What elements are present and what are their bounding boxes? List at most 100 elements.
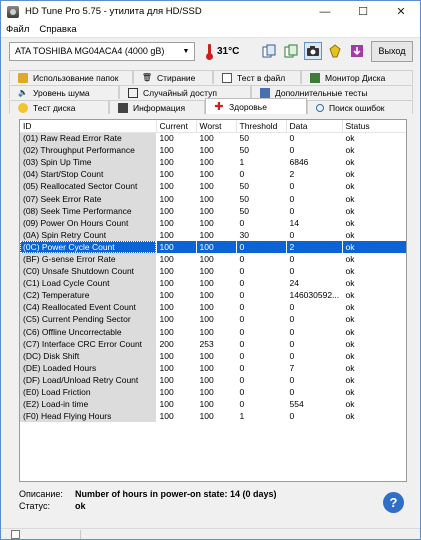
drive-select[interactable]: ATA TOSHIBA MG04ACA4 (4000 gB) ▼ xyxy=(9,41,195,61)
tab-erase[interactable]: 🗑 Стирание xyxy=(133,70,213,84)
cell-threshold: 0 xyxy=(236,289,287,302)
tab-info[interactable]: Информация xyxy=(109,100,205,114)
table-row[interactable]: (BF) G-sense Error Rate 100 100 0 0 ok xyxy=(20,252,406,266)
table-row[interactable]: (07) Seek Error Rate 100 100 50 0 ok xyxy=(20,192,406,205)
table-row[interactable]: (DE) Loaded Hours 100 100 0 7 ok xyxy=(20,361,406,374)
speaker-icon: 🔈 xyxy=(18,88,28,97)
cell-threshold: 0 xyxy=(236,373,287,386)
tab-label: Монитор Диска xyxy=(325,72,386,83)
maximize-button[interactable]: ☐ xyxy=(344,1,382,22)
menu-bar: Файл Справка xyxy=(1,22,420,38)
cell-status: ok xyxy=(342,349,406,362)
cell-worst: 100 xyxy=(196,349,237,362)
description-panel: Описание: Number of hours in power-on st… xyxy=(19,488,379,512)
copy-all-button[interactable] xyxy=(282,42,300,60)
tab-label: Стирание xyxy=(157,72,196,83)
table-row[interactable]: (0C) Power Cycle Count 100 100 0 2 ok xyxy=(20,240,406,253)
table-row[interactable]: (04) Start/Stop Count 100 100 0 2 ok xyxy=(20,168,406,181)
cell-threshold: 1 xyxy=(236,156,287,169)
table-row[interactable]: (E2) Load-in time 100 100 0 554 ok xyxy=(20,398,406,411)
cell-current: 100 xyxy=(156,240,197,253)
table-row[interactable]: (C2) Temperature 100 100 0 146030592... ok xyxy=(20,289,406,302)
cell-current: 100 xyxy=(156,277,197,290)
cell-worst: 100 xyxy=(196,192,237,205)
cell-current: 100 xyxy=(156,265,197,278)
tab-benchmark[interactable]: Тест диска xyxy=(9,100,109,114)
title-bar: HD Tune Pro 5.75 - утилита для HD/SSD — … xyxy=(1,1,420,22)
table-row[interactable]: (02) Throughput Performance 100 100 50 0 ok xyxy=(20,144,406,157)
table-row[interactable]: (08) Seek Time Performance 100 100 50 0 ok xyxy=(20,204,406,217)
table-row[interactable]: (C1) Load Cycle Count 100 100 0 24 ok xyxy=(20,277,406,290)
cell-current: 100 xyxy=(156,349,197,362)
status-value: ok xyxy=(75,501,86,511)
tab-label: Дополнительные тесты xyxy=(275,87,368,98)
tab-extra-tests[interactable]: Дополнительные тесты xyxy=(251,85,413,99)
table-row[interactable]: (0A) Spin Retry Count 100 100 30 0 ok xyxy=(20,228,406,241)
tests-icon xyxy=(260,87,270,98)
tab-folder-usage[interactable]: Использование папок xyxy=(9,70,133,84)
chevron-down-icon[interactable]: ▼ xyxy=(178,43,194,60)
smart-table[interactable]: ID Current Worst Threshold Data Status (… xyxy=(19,119,407,482)
health-cross-icon: ✚ xyxy=(214,101,224,113)
cell-id: (C0) Unsafe Shutdown Count xyxy=(20,265,157,278)
cell-status: ok xyxy=(342,313,406,326)
cell-data: 0 xyxy=(286,204,343,217)
table-row[interactable]: (09) Power On Hours Count 100 100 0 14 ok xyxy=(20,216,406,229)
tab-health[interactable]: ✚ Здоровье xyxy=(205,98,307,114)
copy-button[interactable] xyxy=(260,42,278,60)
tab-random-access[interactable]: Случайный доступ xyxy=(119,85,251,99)
cell-worst: 100 xyxy=(196,265,237,278)
cell-worst: 100 xyxy=(196,252,237,266)
toolbar: ATA TOSHIBA MG04ACA4 (4000 gB) ▼ 31°C Вы… xyxy=(9,40,413,62)
cell-worst: 100 xyxy=(196,410,237,423)
column-header-id[interactable]: ID xyxy=(20,120,157,133)
column-header-data[interactable]: Data xyxy=(286,120,343,133)
cell-status: ok xyxy=(342,156,406,169)
tab-noise-level[interactable]: 🔈 Уровень шума xyxy=(9,85,119,99)
table-row[interactable]: (C5) Current Pending Sector 100 100 0 0 ok xyxy=(20,313,406,326)
description-value: Number of hours in power-on state: 14 (0… xyxy=(75,489,277,499)
tab-error-scan[interactable]: Поиск ошибок xyxy=(307,100,413,114)
cell-current: 100 xyxy=(156,180,197,193)
screenshot-button[interactable] xyxy=(304,42,323,60)
save-button[interactable] xyxy=(348,42,366,60)
cell-id: (0C) Power Cycle Count xyxy=(20,240,157,253)
tab-label: Тест в файл xyxy=(237,72,286,83)
table-row[interactable]: (05) Reallocated Sector Count 100 100 50 0 ok xyxy=(20,180,406,193)
table-row[interactable]: (C4) Reallocated Event Count 100 100 0 0 ok xyxy=(20,301,406,314)
star-icon xyxy=(329,44,341,58)
tab-file-benchmark[interactable]: Тест в файл xyxy=(213,70,301,84)
help-button[interactable]: ? xyxy=(383,492,404,513)
status-label: Статус: xyxy=(19,501,50,511)
tab-disk-monitor[interactable]: Монитор Диска xyxy=(301,70,413,84)
cell-threshold: 0 xyxy=(236,265,287,278)
table-row[interactable]: (DC) Disk Shift 100 100 0 0 ok xyxy=(20,349,406,362)
cell-status: ok xyxy=(342,180,406,193)
table-row[interactable]: (F0) Head Flying Hours 100 100 1 0 ok xyxy=(20,410,406,423)
column-header-worst[interactable]: Worst xyxy=(196,120,237,133)
cell-worst: 100 xyxy=(196,216,237,229)
minimize-button[interactable]: — xyxy=(306,1,344,22)
hdtune-app-icon xyxy=(7,5,19,18)
table-row[interactable]: (E0) Load Friction 100 100 0 0 ok xyxy=(20,385,406,399)
exit-button[interactable]: Выход xyxy=(371,40,413,62)
table-row[interactable]: (C6) Offline Uncorrectable 100 100 0 0 ok xyxy=(20,325,406,338)
copy-all-icon xyxy=(284,44,298,58)
magnifier-icon xyxy=(316,103,324,112)
table-row[interactable]: (03) Spin Up Time 100 100 1 6846 ok xyxy=(20,156,406,169)
column-header-status[interactable]: Status xyxy=(342,120,406,133)
cell-status: ok xyxy=(342,216,406,229)
menu-help[interactable]: Справка xyxy=(34,24,81,35)
status-bar-section xyxy=(80,529,190,539)
table-row[interactable]: (C0) Unsafe Shutdown Count 100 100 0 0 ok xyxy=(20,265,406,278)
table-row[interactable]: (01) Raw Read Error Rate 100 100 50 0 ok xyxy=(20,132,406,145)
close-button[interactable]: ✕ xyxy=(382,1,420,22)
table-row[interactable]: (DF) Load/Unload Retry Count 100 100 0 0 ok xyxy=(20,373,406,386)
column-header-threshold[interactable]: Threshold xyxy=(236,120,287,133)
table-row[interactable]: (C7) Interface CRC Error Count 200 253 0 0 ok xyxy=(20,337,406,350)
column-header-current[interactable]: Current xyxy=(156,120,197,133)
cell-id: (0A) Spin Retry Count xyxy=(20,228,157,241)
menu-file[interactable]: Файл xyxy=(1,24,34,35)
option-checkbox[interactable] xyxy=(11,529,20,539)
favorite-button[interactable] xyxy=(326,42,344,60)
